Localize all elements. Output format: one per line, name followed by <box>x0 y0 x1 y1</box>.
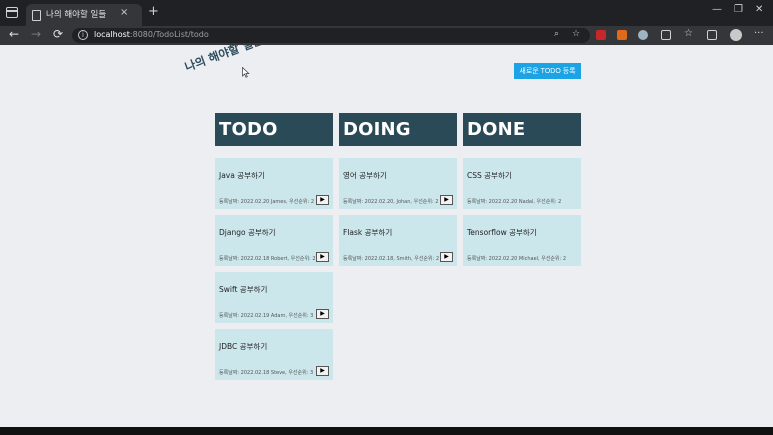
favorite-star-icon[interactable]: ☆ <box>572 29 580 39</box>
browser-toolbar: ← → ⟳ i localhost:8080/TodoList/todo ⌕ ☆… <box>0 26 773 45</box>
browser-tab[interactable]: 나의 해야할 일들 × <box>26 4 142 26</box>
card-title: Flask 공부하기 <box>343 228 393 237</box>
todo-card: Swift 공부하기 등록날짜: 2022.02.19 Adam, 우선순위: … <box>215 272 333 323</box>
extensions-puzzle-icon[interactable] <box>661 30 671 40</box>
card-list-doing: 영어 공부하기 등록날짜: 2022.02.20, Johan, 우선순위: 2… <box>339 158 457 266</box>
new-tab-button[interactable]: + <box>148 5 159 18</box>
card-title: 영어 공부하기 <box>343 171 387 180</box>
minimize-icon[interactable]: — <box>712 4 722 15</box>
collections-icon[interactable] <box>707 30 717 40</box>
page-favicon-icon <box>32 10 41 21</box>
card-meta: 등록날짜: 2022.02.20, Johan, 우선순위: 2 <box>343 199 439 205</box>
profile-avatar[interactable] <box>730 29 742 41</box>
os-taskbar <box>0 427 773 435</box>
column-header-done: DONE <box>463 113 581 146</box>
new-todo-button[interactable]: 새로운 TODO 등록 <box>514 63 581 79</box>
card-meta: 등록날짜: 2022.02.18 Steve, 우선순위: 3 <box>219 370 314 376</box>
extension-cat-icon[interactable] <box>638 30 648 40</box>
forward-icon[interactable]: → <box>31 28 41 40</box>
done-card: Tensorflow 공부하기 등록날짜: 2022.02.20 Michael… <box>463 215 581 266</box>
column-header-doing: DOING <box>339 113 457 146</box>
move-next-button[interactable]: ▶ <box>316 252 329 262</box>
close-tab-icon[interactable]: × <box>120 7 128 18</box>
todo-card: Java 공부하기 등록날짜: 2022.02.20 James, 우선순위: … <box>215 158 333 209</box>
extension-orange-icon[interactable] <box>617 30 627 40</box>
move-next-button[interactable]: ▶ <box>316 195 329 205</box>
card-title: Tensorflow 공부하기 <box>467 228 537 237</box>
site-info-icon[interactable]: i <box>78 30 88 40</box>
close-window-icon[interactable]: ✕ <box>755 4 763 15</box>
mouse-cursor-icon <box>242 67 250 78</box>
card-meta: 등록날짜: 2022.02.19 Adam, 우선순위: 3 <box>219 313 314 319</box>
card-title: CSS 공부하기 <box>467 171 512 180</box>
back-icon[interactable]: ← <box>9 28 19 40</box>
doing-card: Flask 공부하기 등록날짜: 2022.02.18, Smith, 우선순위… <box>339 215 457 266</box>
done-column: DONE CSS 공부하기 등록날짜: 2022.02.20 Nadal, 우선… <box>463 113 581 272</box>
card-meta: 등록날짜: 2022.02.20 James, 우선순위: 2 <box>219 199 315 205</box>
card-title: Java 공부하기 <box>219 171 265 180</box>
card-title: Django 공부하기 <box>219 228 276 237</box>
favorites-icon[interactable]: ☆ <box>684 28 693 40</box>
extension-red-icon[interactable] <box>596 30 606 40</box>
move-next-button[interactable]: ▶ <box>440 195 453 205</box>
refresh-icon[interactable]: ⟳ <box>53 28 63 40</box>
todo-column: TODO Java 공부하기 등록날짜: 2022.02.20 James, 우… <box>215 113 333 386</box>
column-header-todo: TODO <box>215 113 333 146</box>
doing-column: DOING 영어 공부하기 등록날짜: 2022.02.20, Johan, 우… <box>339 113 457 272</box>
tab-actions-icon[interactable] <box>6 7 18 18</box>
move-next-button[interactable]: ▶ <box>316 309 329 319</box>
card-title: Swift 공부하기 <box>219 285 268 294</box>
card-meta: 등록날짜: 2022.02.20 Michael, 우선순위: 2 <box>467 256 567 262</box>
tab-title: 나의 해야할 일들 <box>46 10 107 20</box>
move-next-button[interactable]: ▶ <box>316 366 329 376</box>
card-list-done: CSS 공부하기 등록날짜: 2022.02.20 Nadal, 우선순위: 2… <box>463 158 581 266</box>
card-meta: 등록날짜: 2022.02.18 Robert, 우선순위: 2 <box>219 256 316 262</box>
card-title: JDBC 공부하기 <box>219 342 268 351</box>
address-bar[interactable]: i localhost:8080/TodoList/todo ⌕ ☆ <box>72 28 590 43</box>
url-text[interactable]: localhost:8080/TodoList/todo <box>94 30 209 39</box>
settings-more-icon[interactable]: ··· <box>754 28 764 40</box>
card-meta: 등록날짜: 2022.02.20 Nadal, 우선순위: 2 <box>467 199 562 205</box>
done-card: CSS 공부하기 등록날짜: 2022.02.20 Nadal, 우선순위: 2 <box>463 158 581 209</box>
card-list-todo: Java 공부하기 등록날짜: 2022.02.20 James, 우선순위: … <box>215 158 333 380</box>
todo-card: JDBC 공부하기 등록날짜: 2022.02.18 Steve, 우선순위: … <box>215 329 333 380</box>
card-meta: 등록날짜: 2022.02.18, Smith, 우선순위: 2 <box>343 256 440 262</box>
zoom-icon[interactable]: ⌕ <box>554 29 559 39</box>
restore-icon[interactable]: ❐ <box>734 4 743 15</box>
move-next-button[interactable]: ▶ <box>440 252 453 262</box>
todo-card: Django 공부하기 등록날짜: 2022.02.18 Robert, 우선순… <box>215 215 333 266</box>
doing-card: 영어 공부하기 등록날짜: 2022.02.20, Johan, 우선순위: 2… <box>339 158 457 209</box>
page-viewport: 나의 해야할 일들 새로운 TODO 등록 TODO Java 공부하기 등록날… <box>0 45 773 427</box>
page-title: 나의 해야할 일들 <box>182 45 265 75</box>
browser-tab-bar: 나의 해야할 일들 × + — ❐ ✕ <box>0 0 773 26</box>
